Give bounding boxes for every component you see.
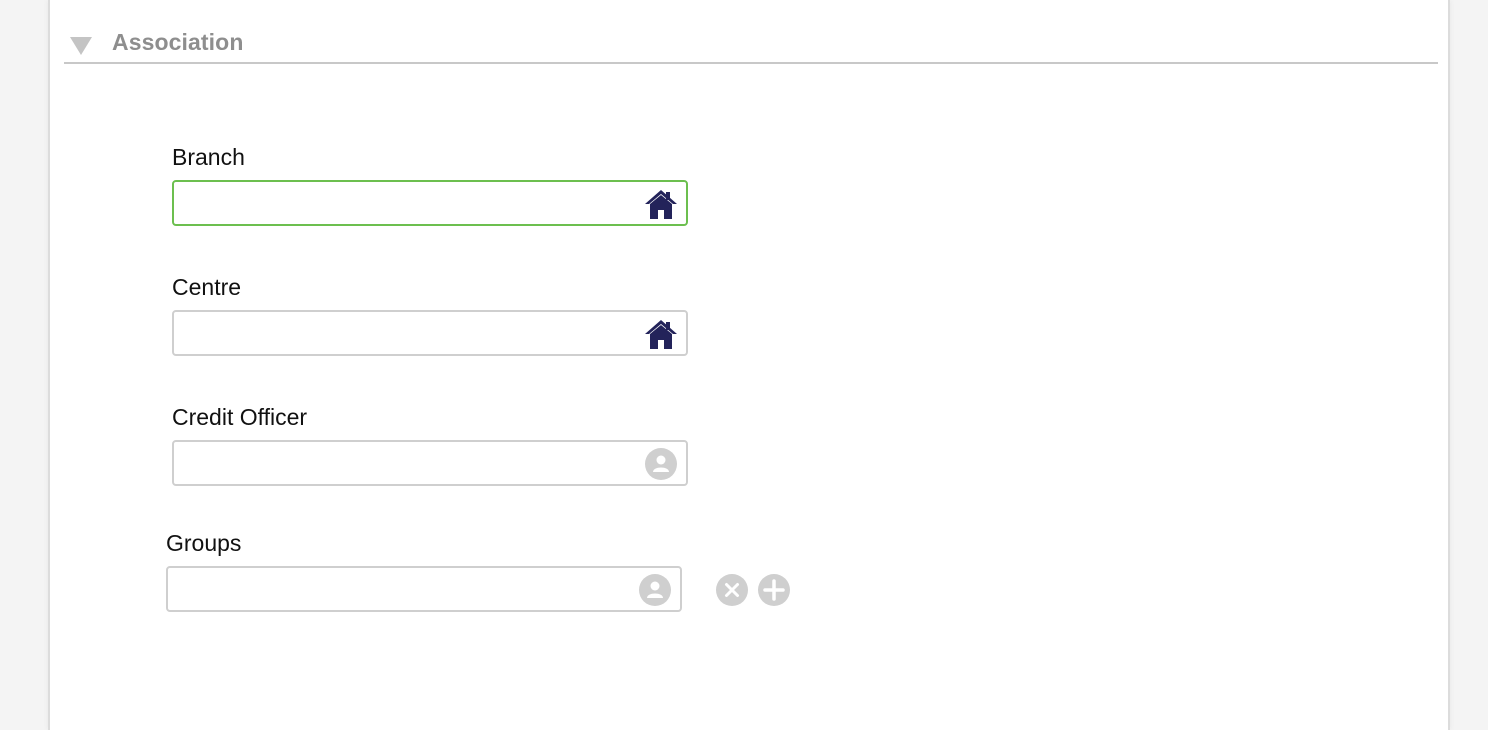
credit-officer-input[interactable] — [174, 442, 634, 484]
branch-input[interactable] — [174, 182, 634, 224]
centre-input[interactable] — [174, 312, 634, 354]
user-icon[interactable] — [644, 447, 678, 481]
groups-field[interactable] — [166, 566, 682, 612]
section-title: Association — [112, 29, 244, 55]
add-circle-icon[interactable] — [757, 573, 791, 607]
credit-officer-field[interactable] — [172, 440, 688, 486]
groups-label: Groups — [166, 530, 242, 556]
house-icon[interactable] — [644, 317, 678, 351]
centre-label: Centre — [172, 274, 242, 300]
centre-field[interactable] — [172, 310, 688, 356]
content-panel: Association Branch Centre Credit Officer — [48, 0, 1450, 730]
branch-label: Branch — [172, 144, 245, 170]
remove-circle-icon[interactable] — [715, 573, 749, 607]
credit-officer-label: Credit Officer — [172, 404, 308, 430]
triangle-down-icon[interactable] — [69, 36, 93, 56]
user-icon[interactable] — [638, 573, 672, 607]
groups-input[interactable] — [168, 568, 628, 610]
house-icon[interactable] — [644, 187, 678, 221]
branch-field[interactable] — [172, 180, 688, 226]
association-section-header: Association — [64, 26, 1438, 64]
